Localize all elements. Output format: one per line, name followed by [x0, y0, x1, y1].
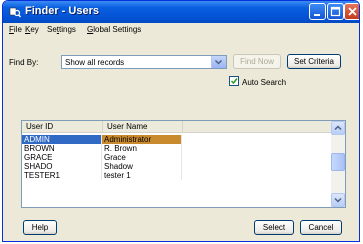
cell-user-id: ADMIN	[22, 135, 102, 144]
find-by-value: Show all records	[65, 58, 125, 67]
table-row[interactable]: TESTER1 tester 1	[22, 171, 333, 180]
menu-bar: File Key Settings Global Settings	[3, 23, 359, 37]
finder-window: Finder - Users File Key Settings Global …	[2, 0, 360, 242]
cell-user-id: BROWN	[22, 144, 102, 153]
cancel-button[interactable]: Cancel	[300, 220, 342, 235]
close-icon	[348, 7, 357, 16]
finder-app-icon	[9, 7, 21, 18]
auto-search-checkbox[interactable]	[229, 76, 239, 86]
checkmark-icon	[230, 78, 238, 85]
scroll-thumb[interactable]	[331, 153, 345, 171]
users-list[interactable]: User ID User Name ADMIN Administrator BR…	[21, 120, 346, 208]
cell-user-name: Shadow	[102, 162, 182, 171]
cell-user-name: Grace	[102, 153, 182, 162]
column-header-user-name[interactable]: User Name	[102, 121, 182, 133]
dropdown-arrow-icon[interactable]	[211, 56, 226, 68]
help-button[interactable]: Help	[23, 220, 57, 235]
table-row[interactable]: GRACE Grace	[22, 153, 333, 162]
maximize-button[interactable]	[327, 3, 344, 20]
find-now-button[interactable]: Find Now	[233, 54, 281, 69]
column-header-user-id[interactable]: User ID	[22, 121, 102, 133]
scroll-up-button[interactable]	[331, 121, 345, 135]
close-button[interactable]	[344, 3, 359, 20]
menu-file[interactable]: File	[9, 25, 22, 34]
find-by-label: Find By:	[9, 58, 39, 67]
menu-global-settings[interactable]: Global Settings	[87, 25, 141, 34]
table-row[interactable]: BROWN R. Brown	[22, 144, 333, 153]
chevron-up-icon	[334, 125, 342, 131]
table-row[interactable]: SHADO Shadow	[22, 162, 333, 171]
window-title: Finder - Users	[25, 5, 99, 17]
scroll-down-button[interactable]	[331, 193, 345, 207]
title-bar[interactable]: Finder - Users	[3, 1, 359, 23]
column-header-filler	[182, 121, 333, 133]
chevron-down-icon	[334, 197, 342, 203]
menu-settings[interactable]: Settings	[47, 25, 76, 34]
minimize-button[interactable]	[309, 3, 326, 20]
auto-search-label: Auto Search	[242, 78, 287, 87]
cell-user-name: tester 1	[102, 171, 182, 180]
table-row[interactable]: ADMIN Administrator	[22, 135, 333, 144]
vertical-scrollbar[interactable]	[331, 121, 345, 207]
maximize-icon	[330, 6, 341, 17]
set-criteria-button[interactable]: Set Criteria	[287, 54, 341, 69]
find-by-select[interactable]: Show all records	[61, 55, 227, 69]
cell-user-id: GRACE	[22, 153, 102, 162]
cell-user-id: SHADO	[22, 162, 102, 171]
select-button[interactable]: Select	[254, 220, 294, 235]
cell-user-id: TESTER1	[22, 171, 102, 180]
menu-key[interactable]: Key	[25, 25, 39, 34]
cell-user-name: R. Brown	[102, 144, 182, 153]
cell-user-name: Administrator	[102, 135, 182, 144]
minimize-icon	[314, 14, 320, 16]
